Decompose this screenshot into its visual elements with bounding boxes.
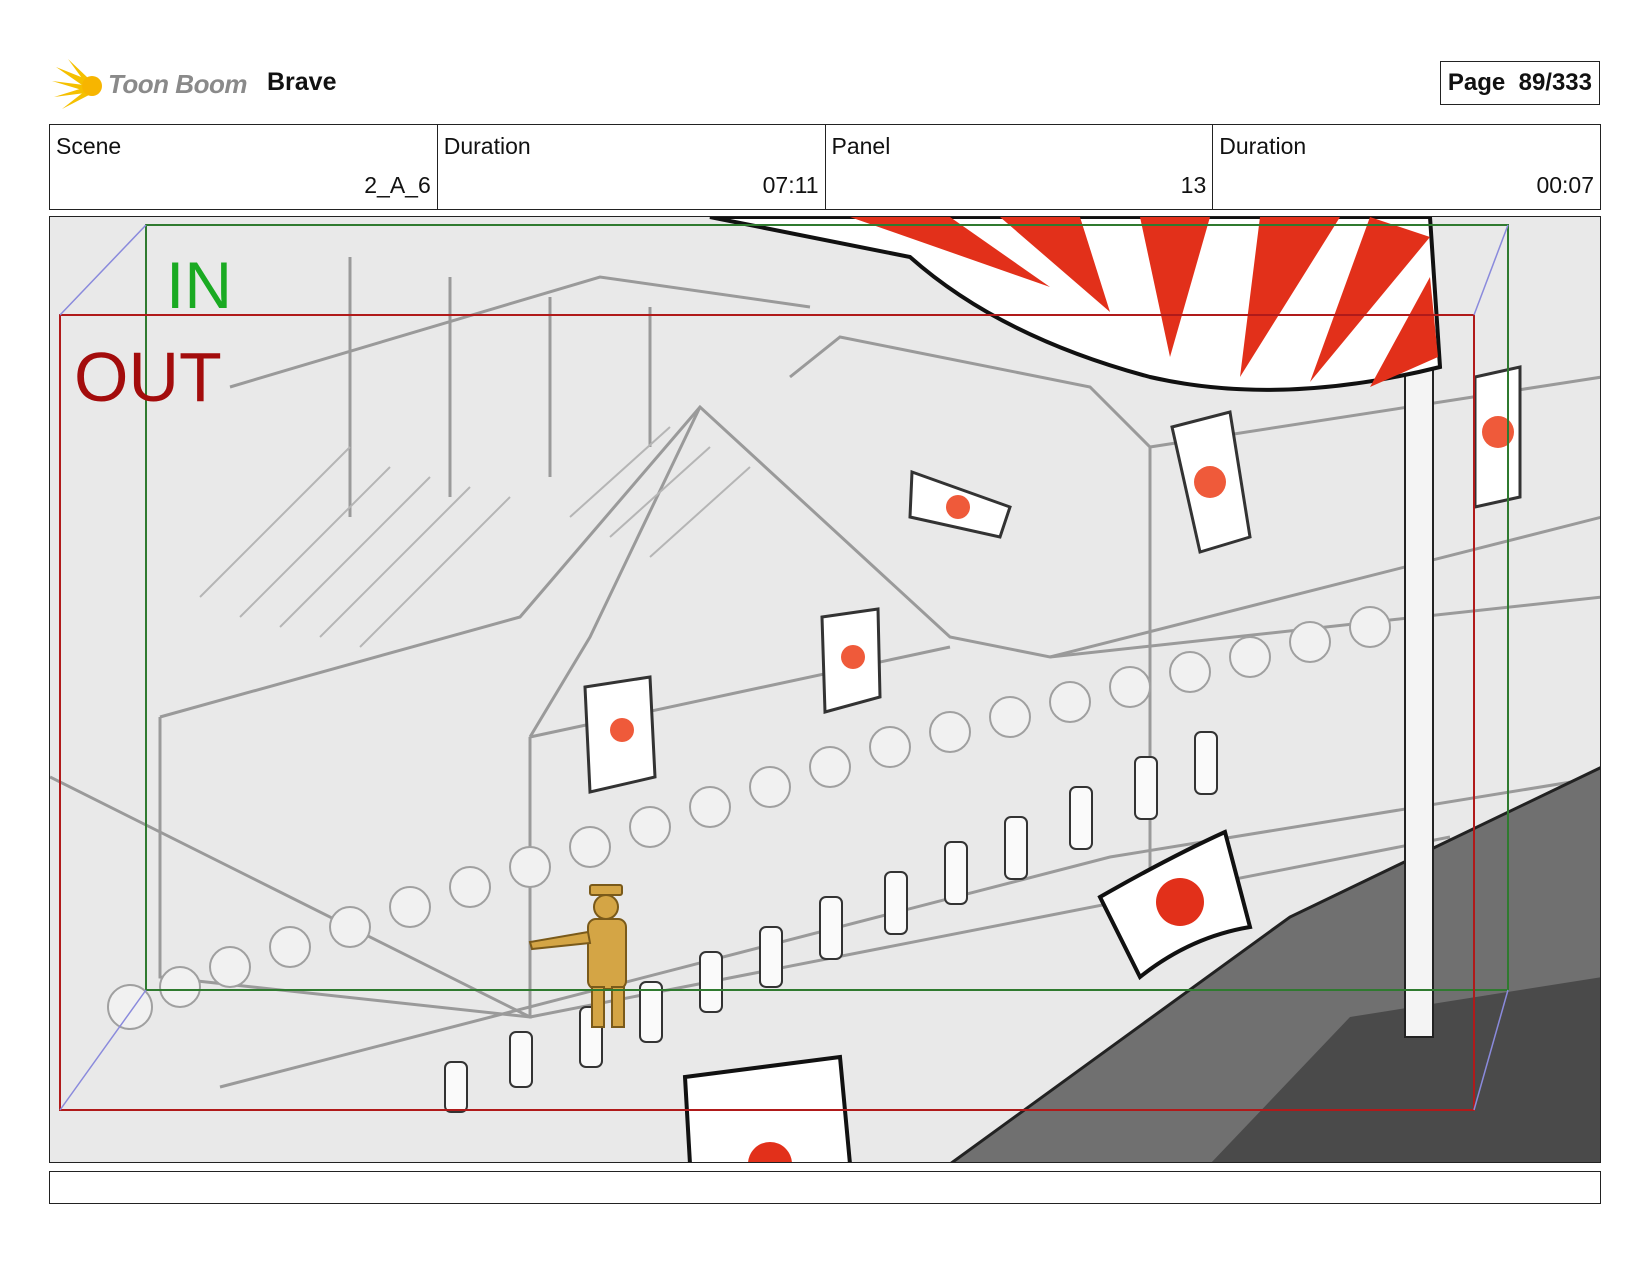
out-frame-label: OUT (74, 338, 222, 416)
hanging-flag-1 (583, 675, 657, 794)
panel-duration-cell: Duration 00:07 (1213, 125, 1600, 209)
storyboard-header: Toon Boom Brave Page 89/333 (52, 55, 1600, 115)
brand-name: Toon Boom (108, 69, 247, 99)
panel-duration-label: Duration (1219, 133, 1307, 159)
storyboard-panel: IN OUT (49, 216, 1601, 1163)
page-indicator: Page 89/333 (1439, 61, 1600, 105)
scene-label: Scene (56, 133, 122, 159)
page-number: 89/333 (1518, 69, 1592, 96)
duration-value: 07:11 (762, 172, 819, 198)
scene-duration-cell: Duration 07:11 (438, 125, 826, 209)
page-label: Page (1447, 69, 1506, 96)
panel-value: 13 (1180, 172, 1207, 198)
panel-duration-value: 00:07 (1536, 172, 1594, 198)
panel-label: Panel (831, 133, 891, 159)
panel-artwork (50, 217, 1600, 1162)
panel-cell: Panel 13 (826, 125, 1214, 209)
panel-caption (49, 1171, 1601, 1204)
hanging-flag-5 (1473, 365, 1522, 509)
panel-info-table: Scene 2_A_6 Duration 07:11 Panel 13 Dura… (49, 124, 1601, 210)
toon-boom-logo: Toon Boom (52, 59, 252, 111)
duration-label: Duration (443, 133, 531, 159)
scene-cell: Scene 2_A_6 (50, 125, 438, 209)
scene-value: 2_A_6 (364, 172, 431, 198)
hanging-flag-2 (820, 607, 882, 714)
flagpole (1404, 316, 1434, 1038)
project-title: Brave (267, 68, 337, 96)
sun-burst-icon (52, 59, 102, 109)
in-frame-label: IN (166, 248, 232, 322)
